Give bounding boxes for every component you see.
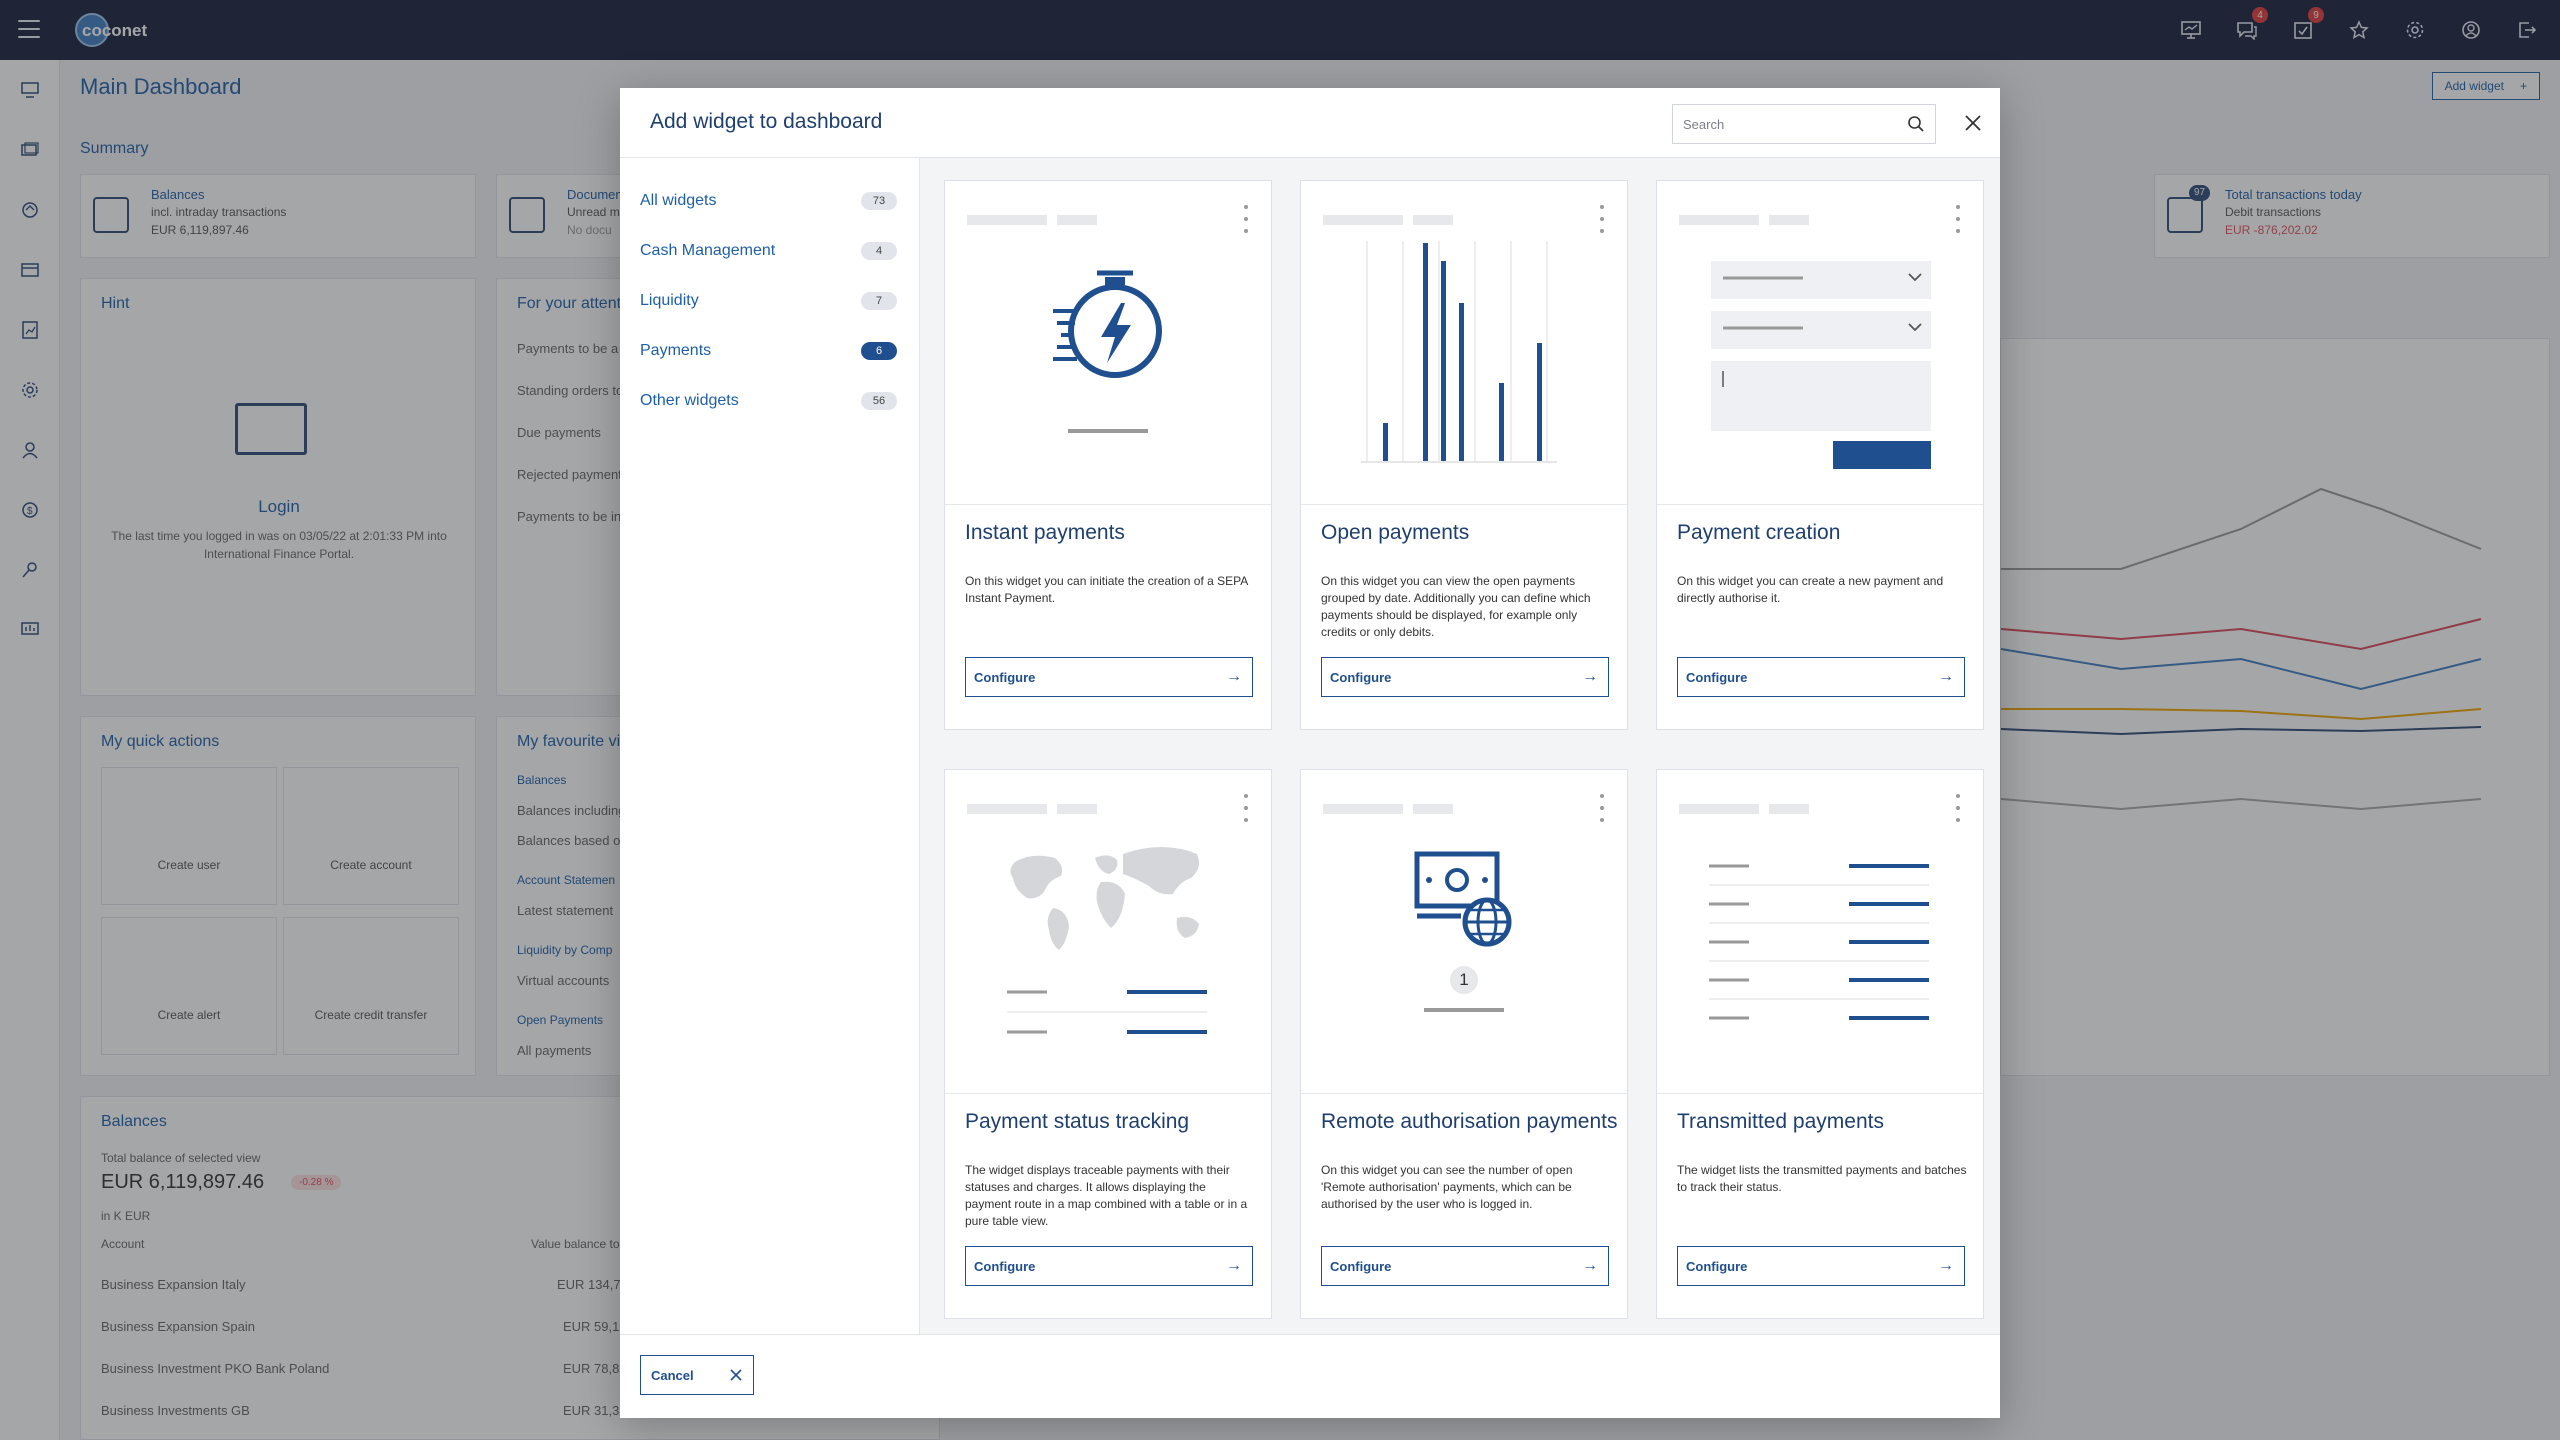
category-payments[interactable]: Payments 6	[620, 326, 919, 376]
widget-card-open-payments[interactable]: Open payments On this widget you can vie…	[1300, 180, 1628, 730]
arrow-right-icon: →	[1938, 1257, 1954, 1274]
widget-card-payment-creation[interactable]: Payment creation On this widget you can …	[1656, 180, 1984, 730]
category-label: Payments	[640, 342, 712, 359]
widget-preview	[1301, 181, 1627, 505]
arrow-right-icon: →	[1226, 1257, 1242, 1274]
category-count: 73	[861, 192, 897, 210]
dialog-header: Add widget to dashboard	[620, 88, 2000, 158]
remote-authorisation-count: 1	[1459, 970, 1469, 989]
widget-card-payment-status-tracking[interactable]: Payment status tracking The widget displ…	[944, 769, 1272, 1319]
category-label: Liquidity	[640, 292, 699, 309]
widget-description: On this widget you can see the number of…	[1321, 1163, 1573, 1211]
banknote-globe-icon	[1414, 851, 1512, 1012]
dialog-title: Add widget to dashboard	[650, 110, 883, 133]
configure-button[interactable]: Configure →	[1321, 657, 1609, 697]
configure-label: Configure	[974, 669, 1036, 685]
widget-description: The widget lists the transmitted payment…	[1677, 1163, 1967, 1194]
dialog-footer: Cancel	[620, 1334, 2000, 1418]
configure-button[interactable]: Configure →	[965, 1246, 1253, 1286]
arrow-right-icon: →	[1226, 668, 1242, 685]
widget-preview	[1657, 770, 1983, 1094]
arrow-right-icon: →	[1938, 668, 1954, 685]
widget-description: On this widget you can create a new paym…	[1677, 574, 1944, 605]
configure-label: Configure	[1330, 1258, 1392, 1274]
close-icon[interactable]	[1958, 108, 1988, 138]
configure-label: Configure	[1330, 669, 1392, 685]
widget-card-remote-authorisation-payments[interactable]: 1 Remote authorisation payments On this …	[1300, 769, 1628, 1319]
configure-label: Configure	[974, 1258, 1036, 1274]
category-other-widgets[interactable]: Other widgets 56	[620, 376, 919, 426]
widget-preview: 1	[1301, 770, 1627, 1094]
configure-button[interactable]: Configure →	[1677, 657, 1965, 697]
add-widget-dialog: Add widget to dashboard All widgets 73 Ca…	[620, 88, 2000, 1418]
list-table-icon	[1709, 864, 1929, 1020]
category-count: 4	[861, 242, 897, 260]
close-icon	[730, 1369, 742, 1381]
category-label: Other widgets	[640, 392, 739, 409]
widget-title: Instant payments	[965, 521, 1125, 544]
widget-grid: Instant payments On this widget you can …	[920, 158, 2000, 1334]
search-icon[interactable]	[1907, 115, 1925, 133]
arrow-right-icon: →	[1582, 668, 1598, 685]
bar-chart-icon	[1361, 241, 1557, 463]
search-box	[1672, 104, 1936, 144]
configure-label: Configure	[1686, 669, 1748, 685]
configure-button[interactable]: Configure →	[965, 657, 1253, 697]
world-map-icon	[1007, 847, 1207, 1034]
cancel-button[interactable]: Cancel	[640, 1355, 754, 1395]
widget-title: Open payments	[1321, 521, 1470, 544]
widget-title: Payment status tracking	[965, 1110, 1190, 1133]
category-label: All widgets	[640, 192, 717, 209]
widget-card-transmitted-payments[interactable]: Transmitted payments The widget lists th…	[1656, 769, 1984, 1319]
widget-description: On this widget you can view the open pay…	[1321, 574, 1591, 639]
arrow-right-icon: →	[1582, 1257, 1598, 1274]
category-all-widgets[interactable]: All widgets 73	[620, 176, 919, 226]
category-count-active: 6	[861, 342, 897, 360]
category-label: Cash Management	[640, 242, 776, 259]
widget-title: Remote authorisation payments	[1321, 1110, 1618, 1133]
widget-title: Payment creation	[1677, 521, 1841, 544]
widget-preview	[1657, 181, 1983, 505]
cancel-label: Cancel	[651, 1367, 694, 1383]
configure-label: Configure	[1686, 1258, 1748, 1274]
widget-card-instant-payments[interactable]: Instant payments On this widget you can …	[944, 180, 1272, 730]
stopwatch-lightning-icon	[1053, 270, 1162, 433]
category-cash-management[interactable]: Cash Management 4	[620, 226, 919, 276]
widget-preview	[945, 770, 1271, 1094]
category-liquidity[interactable]: Liquidity 7	[620, 276, 919, 326]
widget-title: Transmitted payments	[1677, 1110, 1884, 1133]
search-input[interactable]	[1683, 116, 1907, 132]
category-count: 7	[861, 292, 897, 310]
payment-form-icon	[1711, 261, 1931, 469]
widget-description: On this widget you can initiate the crea…	[965, 574, 1248, 605]
category-list: All widgets 73 Cash Management 4 Liquidity…	[620, 158, 920, 1334]
configure-button[interactable]: Configure →	[1677, 1246, 1965, 1286]
widget-description: The widget displays traceable payments w…	[965, 1163, 1248, 1228]
configure-button[interactable]: Configure →	[1321, 1246, 1609, 1286]
widget-preview	[945, 181, 1271, 505]
category-count: 56	[861, 392, 897, 410]
